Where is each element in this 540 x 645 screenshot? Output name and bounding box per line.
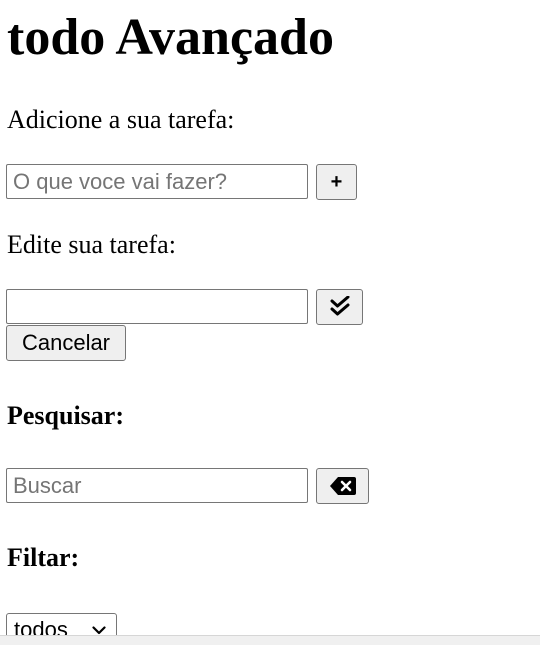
add-task-label: Adicione a sua tarefa: (7, 105, 235, 134)
edit-task-input[interactable] (6, 289, 308, 324)
horizontal-scrollbar[interactable] (0, 635, 540, 645)
todo-page: todo Avançado Adicione a sua tarefa: + E… (0, 0, 540, 645)
clear-search-button[interactable] (316, 468, 369, 504)
search-label: Pesquisar: (7, 401, 124, 430)
add-task-button-label: + (330, 171, 343, 193)
cancel-edit-button[interactable]: Cancelar (6, 325, 126, 361)
cancel-edit-label: Cancelar (21, 330, 111, 355)
add-task-input[interactable] (6, 164, 308, 199)
confirm-edit-button[interactable] (316, 289, 363, 325)
add-task-button[interactable]: + (316, 164, 357, 200)
page-title: todo Avançado (7, 9, 334, 66)
backspace-icon (329, 477, 356, 495)
edit-task-label: Edite sua tarefa: (7, 230, 176, 259)
double-check-icon (329, 296, 351, 318)
search-input[interactable] (6, 468, 308, 503)
chevron-down-icon (92, 625, 106, 635)
filter-label: Filtar: (7, 543, 80, 572)
